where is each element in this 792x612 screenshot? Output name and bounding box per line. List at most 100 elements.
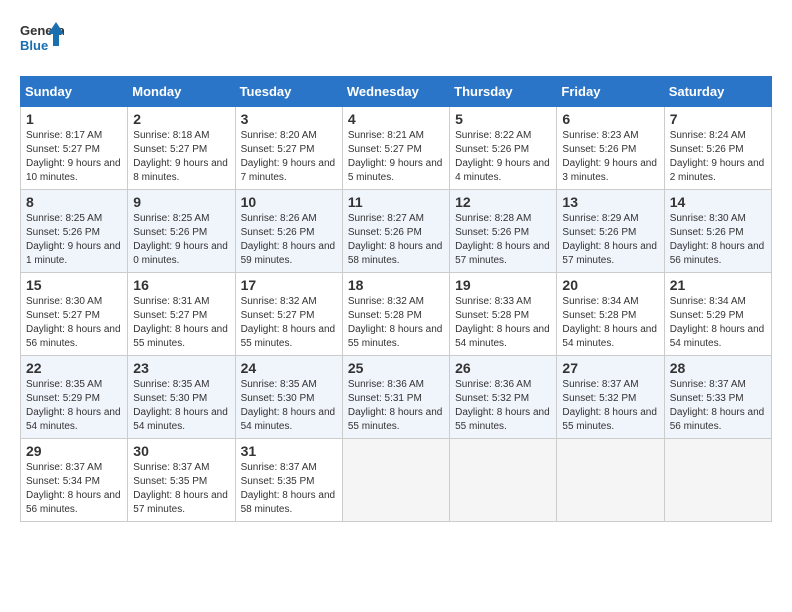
day-number: 28: [670, 360, 766, 376]
day-info: Sunrise: 8:20 AM Sunset: 5:27 PM Dayligh…: [241, 129, 337, 185]
calendar-day-cell: 25 Sunrise: 8:36 AM Sunset: 5:31 PM Dayl…: [342, 356, 449, 439]
day-number: 13: [562, 194, 658, 210]
calendar-day-cell: 30 Sunrise: 8:37 AM Sunset: 5:35 PM Dayl…: [128, 439, 235, 522]
day-info: Sunrise: 8:34 AM Sunset: 5:29 PM Dayligh…: [670, 295, 766, 351]
day-number: 24: [241, 360, 337, 376]
calendar-day-cell: 16 Sunrise: 8:31 AM Sunset: 5:27 PM Dayl…: [128, 273, 235, 356]
calendar-day-cell: 28 Sunrise: 8:37 AM Sunset: 5:33 PM Dayl…: [664, 356, 771, 439]
day-info: Sunrise: 8:25 AM Sunset: 5:26 PM Dayligh…: [133, 212, 229, 268]
calendar-day-cell: 22 Sunrise: 8:35 AM Sunset: 5:29 PM Dayl…: [21, 356, 128, 439]
day-number: 22: [26, 360, 122, 376]
calendar-day-cell: 13 Sunrise: 8:29 AM Sunset: 5:26 PM Dayl…: [557, 190, 664, 273]
weekday-header-wednesday: Wednesday: [342, 77, 449, 107]
calendar-week-row: 1 Sunrise: 8:17 AM Sunset: 5:27 PM Dayli…: [21, 107, 772, 190]
logo-svg: General Blue: [20, 20, 64, 60]
day-info: Sunrise: 8:35 AM Sunset: 5:30 PM Dayligh…: [241, 378, 337, 434]
day-number: 18: [348, 277, 444, 293]
day-number: 9: [133, 194, 229, 210]
weekday-header-saturday: Saturday: [664, 77, 771, 107]
calendar-day-cell: 8 Sunrise: 8:25 AM Sunset: 5:26 PM Dayli…: [21, 190, 128, 273]
day-number: 19: [455, 277, 551, 293]
calendar-week-row: 29 Sunrise: 8:37 AM Sunset: 5:34 PM Dayl…: [21, 439, 772, 522]
day-info: Sunrise: 8:27 AM Sunset: 5:26 PM Dayligh…: [348, 212, 444, 268]
calendar-day-cell: 20 Sunrise: 8:34 AM Sunset: 5:28 PM Dayl…: [557, 273, 664, 356]
day-info: Sunrise: 8:35 AM Sunset: 5:30 PM Dayligh…: [133, 378, 229, 434]
calendar-day-cell: 29 Sunrise: 8:37 AM Sunset: 5:34 PM Dayl…: [21, 439, 128, 522]
day-info: Sunrise: 8:33 AM Sunset: 5:28 PM Dayligh…: [455, 295, 551, 351]
day-info: Sunrise: 8:18 AM Sunset: 5:27 PM Dayligh…: [133, 129, 229, 185]
day-info: Sunrise: 8:30 AM Sunset: 5:27 PM Dayligh…: [26, 295, 122, 351]
day-info: Sunrise: 8:24 AM Sunset: 5:26 PM Dayligh…: [670, 129, 766, 185]
day-number: 6: [562, 111, 658, 127]
calendar-day-cell: 21 Sunrise: 8:34 AM Sunset: 5:29 PM Dayl…: [664, 273, 771, 356]
day-number: 16: [133, 277, 229, 293]
calendar-day-cell: 15 Sunrise: 8:30 AM Sunset: 5:27 PM Dayl…: [21, 273, 128, 356]
weekday-header-monday: Monday: [128, 77, 235, 107]
day-info: Sunrise: 8:37 AM Sunset: 5:35 PM Dayligh…: [133, 461, 229, 517]
header: General Blue: [20, 20, 772, 60]
day-number: 25: [348, 360, 444, 376]
day-info: Sunrise: 8:23 AM Sunset: 5:26 PM Dayligh…: [562, 129, 658, 185]
day-number: 14: [670, 194, 766, 210]
day-info: Sunrise: 8:28 AM Sunset: 5:26 PM Dayligh…: [455, 212, 551, 268]
day-info: Sunrise: 8:37 AM Sunset: 5:35 PM Dayligh…: [241, 461, 337, 517]
day-number: 15: [26, 277, 122, 293]
calendar-day-cell: 6 Sunrise: 8:23 AM Sunset: 5:26 PM Dayli…: [557, 107, 664, 190]
calendar-day-cell: 19 Sunrise: 8:33 AM Sunset: 5:28 PM Dayl…: [450, 273, 557, 356]
weekday-header-thursday: Thursday: [450, 77, 557, 107]
calendar-day-cell: 4 Sunrise: 8:21 AM Sunset: 5:27 PM Dayli…: [342, 107, 449, 190]
calendar-day-cell: 7 Sunrise: 8:24 AM Sunset: 5:26 PM Dayli…: [664, 107, 771, 190]
calendar-day-cell: 1 Sunrise: 8:17 AM Sunset: 5:27 PM Dayli…: [21, 107, 128, 190]
calendar-day-cell: 14 Sunrise: 8:30 AM Sunset: 5:26 PM Dayl…: [664, 190, 771, 273]
day-number: 30: [133, 443, 229, 459]
day-info: Sunrise: 8:22 AM Sunset: 5:26 PM Dayligh…: [455, 129, 551, 185]
calendar-week-row: 15 Sunrise: 8:30 AM Sunset: 5:27 PM Dayl…: [21, 273, 772, 356]
calendar-day-cell: 2 Sunrise: 8:18 AM Sunset: 5:27 PM Dayli…: [128, 107, 235, 190]
calendar-day-cell: 11 Sunrise: 8:27 AM Sunset: 5:26 PM Dayl…: [342, 190, 449, 273]
day-info: Sunrise: 8:37 AM Sunset: 5:33 PM Dayligh…: [670, 378, 766, 434]
calendar-day-cell: 10 Sunrise: 8:26 AM Sunset: 5:26 PM Dayl…: [235, 190, 342, 273]
day-number: 23: [133, 360, 229, 376]
day-info: Sunrise: 8:34 AM Sunset: 5:28 PM Dayligh…: [562, 295, 658, 351]
day-info: Sunrise: 8:36 AM Sunset: 5:31 PM Dayligh…: [348, 378, 444, 434]
calendar-week-row: 8 Sunrise: 8:25 AM Sunset: 5:26 PM Dayli…: [21, 190, 772, 273]
calendar-day-cell: [557, 439, 664, 522]
calendar-day-cell: 12 Sunrise: 8:28 AM Sunset: 5:26 PM Dayl…: [450, 190, 557, 273]
calendar-day-cell: 23 Sunrise: 8:35 AM Sunset: 5:30 PM Dayl…: [128, 356, 235, 439]
svg-text:Blue: Blue: [20, 38, 48, 53]
calendar-day-cell: 27 Sunrise: 8:37 AM Sunset: 5:32 PM Dayl…: [557, 356, 664, 439]
weekday-header-friday: Friday: [557, 77, 664, 107]
calendar-day-cell: 9 Sunrise: 8:25 AM Sunset: 5:26 PM Dayli…: [128, 190, 235, 273]
day-info: Sunrise: 8:32 AM Sunset: 5:28 PM Dayligh…: [348, 295, 444, 351]
day-info: Sunrise: 8:36 AM Sunset: 5:32 PM Dayligh…: [455, 378, 551, 434]
day-number: 31: [241, 443, 337, 459]
day-number: 21: [670, 277, 766, 293]
calendar-day-cell: 18 Sunrise: 8:32 AM Sunset: 5:28 PM Dayl…: [342, 273, 449, 356]
calendar-day-cell: [450, 439, 557, 522]
day-info: Sunrise: 8:25 AM Sunset: 5:26 PM Dayligh…: [26, 212, 122, 268]
calendar-day-cell: 5 Sunrise: 8:22 AM Sunset: 5:26 PM Dayli…: [450, 107, 557, 190]
weekday-header-row: SundayMondayTuesdayWednesdayThursdayFrid…: [21, 77, 772, 107]
day-number: 8: [26, 194, 122, 210]
calendar-week-row: 22 Sunrise: 8:35 AM Sunset: 5:29 PM Dayl…: [21, 356, 772, 439]
calendar-day-cell: [664, 439, 771, 522]
day-info: Sunrise: 8:29 AM Sunset: 5:26 PM Dayligh…: [562, 212, 658, 268]
day-number: 29: [26, 443, 122, 459]
day-number: 3: [241, 111, 337, 127]
calendar-day-cell: 24 Sunrise: 8:35 AM Sunset: 5:30 PM Dayl…: [235, 356, 342, 439]
day-number: 26: [455, 360, 551, 376]
day-info: Sunrise: 8:32 AM Sunset: 5:27 PM Dayligh…: [241, 295, 337, 351]
day-number: 10: [241, 194, 337, 210]
day-info: Sunrise: 8:17 AM Sunset: 5:27 PM Dayligh…: [26, 129, 122, 185]
day-info: Sunrise: 8:30 AM Sunset: 5:26 PM Dayligh…: [670, 212, 766, 268]
day-info: Sunrise: 8:35 AM Sunset: 5:29 PM Dayligh…: [26, 378, 122, 434]
day-info: Sunrise: 8:26 AM Sunset: 5:26 PM Dayligh…: [241, 212, 337, 268]
day-number: 7: [670, 111, 766, 127]
calendar-day-cell: [342, 439, 449, 522]
calendar-day-cell: 17 Sunrise: 8:32 AM Sunset: 5:27 PM Dayl…: [235, 273, 342, 356]
day-info: Sunrise: 8:37 AM Sunset: 5:32 PM Dayligh…: [562, 378, 658, 434]
day-number: 12: [455, 194, 551, 210]
calendar-day-cell: 26 Sunrise: 8:36 AM Sunset: 5:32 PM Dayl…: [450, 356, 557, 439]
day-number: 2: [133, 111, 229, 127]
day-number: 1: [26, 111, 122, 127]
